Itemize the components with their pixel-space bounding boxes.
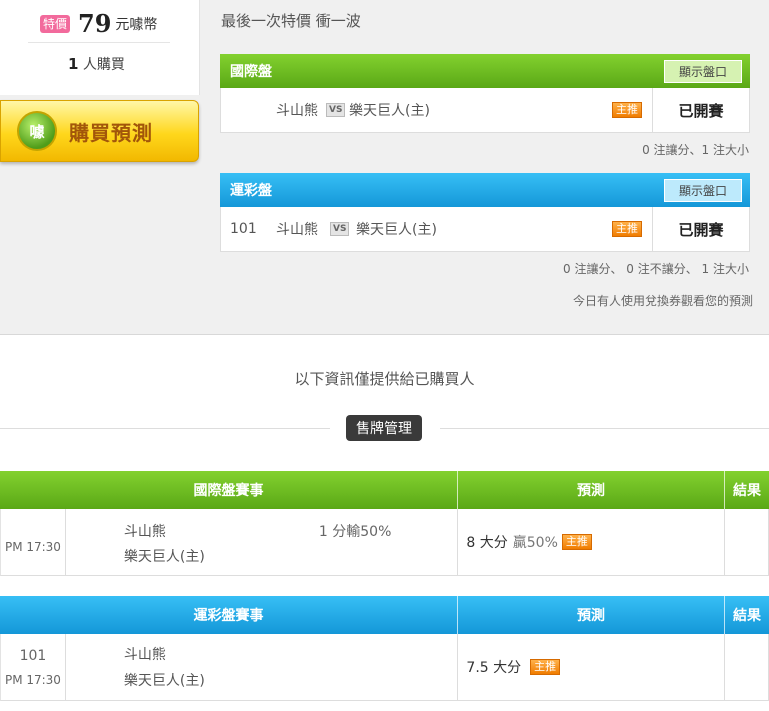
away-team: 斗山熊 [123,524,166,540]
away-team: 斗山熊 [276,222,318,238]
divider-left [0,428,330,429]
win-rate: 贏50% [512,535,558,551]
price-row: 特價 79 元噱幣 [40,9,157,38]
home-team: 樂天巨人(主) [356,222,437,238]
intl-table-header: 國際盤賽事 預測 結果 [0,471,769,509]
lottery-market-match: 101 斗山熊 VS 樂天巨人(主) 主推 已開賽 [220,207,750,252]
header-result: 結果 [733,608,761,624]
match-number: 101 [19,648,47,664]
special-price-badge: 特價 [40,14,71,33]
time-cell: 101 PM 17:30 [1,634,66,700]
intl-bet-summary: 0 注讓分、1 注大小 [642,143,749,157]
home-team: 樂天巨人(主) [349,103,430,119]
match-time: PM 17:30 [4,673,61,687]
buyer-count-label: 人購買 [82,57,125,73]
price-unit: 元噱幣 [115,16,158,33]
match-cell: 斗山熊 樂天巨人(主) [66,634,459,700]
header-prediction: 預測 [458,596,725,634]
price-divider [28,42,170,43]
coin-icon: 噱 [17,111,57,151]
recommend-badge: 主推 [612,221,642,237]
prediction-value: 7.5 大分 [466,660,522,676]
vs-icon: VS [326,103,346,117]
table-row: PM 17:30 斗山熊 樂天巨人(主) 1 分輸50% 8 大分 贏50% 主… [0,509,769,576]
match-cell: 斗山熊 樂天巨人(主) 1 分輸50% [66,509,459,575]
lottery-table-header: 運彩盤賽事 預測 結果 [0,596,769,634]
result-cell [725,509,769,575]
prediction-value: 8 大分 [466,535,508,551]
buy-prediction-label: 購買預測 [69,120,153,145]
buy-prediction-button[interactable]: 噱 購買預測 [0,100,199,162]
recommend-badge: 主推 [612,102,642,118]
header-result: 結果 [733,483,761,499]
match-status: 已開賽 [652,207,749,251]
home-team: 樂天巨人(主) [123,549,205,565]
show-odds-button[interactable]: 顯示盤口 [663,178,742,202]
recommend-badge: 主推 [530,659,561,675]
show-odds-button[interactable]: 顯示盤口 [663,59,742,83]
intl-market-header: 國際盤 顯示盤口 [220,54,750,88]
vs-icon: VS [330,222,350,236]
table-row: 101 PM 17:30 斗山熊 樂天巨人(主) 7.5 大分 主推 [0,634,769,701]
intl-match-table: 國際盤賽事 預測 結果 PM 17:30 斗山熊 樂天巨人(主) 1 分輸50%… [0,471,769,576]
time-cell: PM 17:30 [1,509,66,575]
header-match: 國際盤賽事 [0,471,458,509]
match-time: PM 17:30 [4,540,61,554]
intl-market-title: 國際盤 [230,64,272,80]
buyer-count: 1 人購買 [68,54,125,74]
prediction-cell: 8 大分 贏50% 主推 [458,509,726,575]
prediction: 8 大分 贏50% 主推 [466,532,592,552]
sell-management-button[interactable]: 售牌管理 [346,415,422,441]
top-panel: 特價 79 元噱幣 1 人購買 噱 購買預測 最後一次特價 衝一波 國際盤 顯示… [0,0,769,335]
intl-market-match: 斗山熊 VS 樂天巨人(主) 主推 已開賽 [220,88,750,133]
promo-headline: 最後一次特價 衝一波 [221,12,361,30]
away-team: 斗山熊 [276,103,318,119]
prediction-cell: 7.5 大分 主推 [458,634,726,700]
match-status: 已開賽 [652,88,749,132]
lottery-market-card: 運彩盤 顯示盤口 101 斗山熊 VS 樂天巨人(主) 主推 已開賽 [220,173,750,252]
price-box: 特價 79 元噱幣 1 人購買 [0,0,200,95]
coupon-note: 今日有人使用兌換券觀看您的預測 [572,294,753,308]
recommend-badge: 主推 [561,534,592,550]
lottery-market-header: 運彩盤 顯示盤口 [220,173,750,207]
away-team: 斗山熊 [123,647,166,663]
price-amount: 79 [78,9,112,38]
buyer-count-number: 1 [68,55,79,73]
match-result-text: 1 分輸50% [318,524,392,540]
buyers-only-notice: 以下資訊僅提供給已購買人 [294,370,475,388]
header-match: 運彩盤賽事 [0,596,458,634]
header-prediction: 預測 [458,471,725,509]
prediction: 7.5 大分 主推 [466,657,561,677]
divider-right [440,428,769,429]
lottery-bet-summary: 0 注讓分、 0 注不讓分、 1 注大小 [563,262,749,276]
result-cell [725,634,769,700]
intl-market-card: 國際盤 顯示盤口 斗山熊 VS 樂天巨人(主) 主推 已開賽 [220,54,750,133]
home-team: 樂天巨人(主) [123,673,205,689]
match-number: 101 [230,221,257,237]
lottery-match-table: 運彩盤賽事 預測 結果 101 PM 17:30 斗山熊 樂天巨人(主) 7.5… [0,596,769,701]
lottery-market-title: 運彩盤 [230,183,272,199]
